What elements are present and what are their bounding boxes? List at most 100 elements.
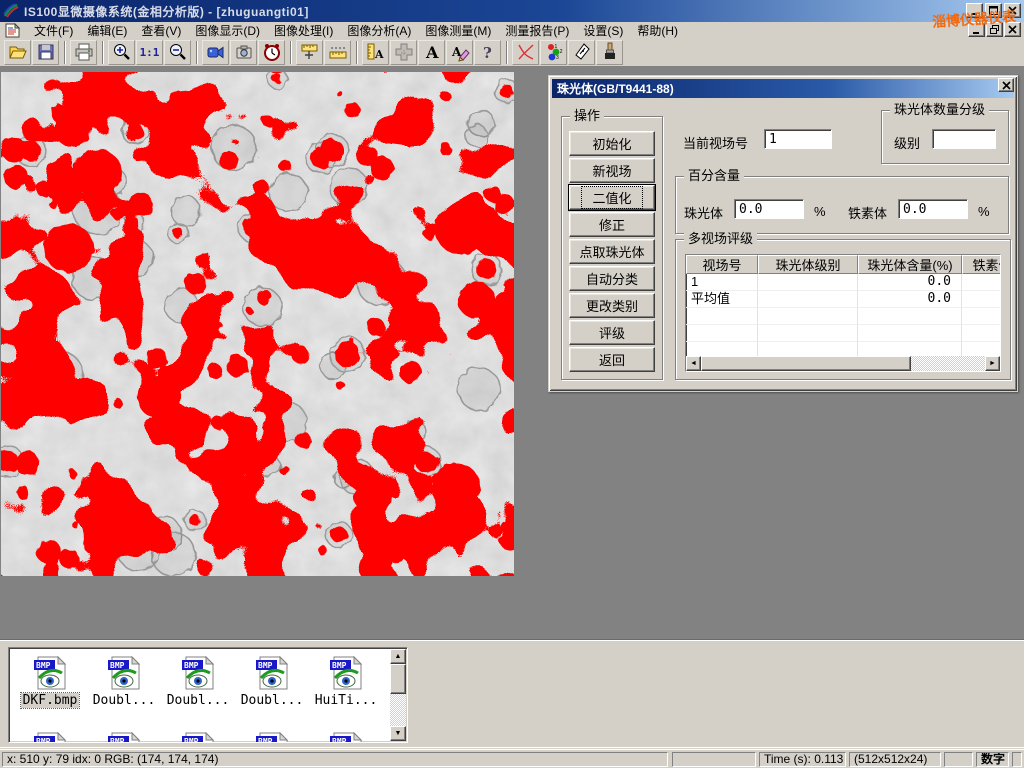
file-item[interactable]: Doubl... <box>163 656 233 708</box>
col-field-number[interactable]: 视场号 <box>686 255 758 274</box>
toolbar-separator <box>64 41 66 64</box>
menu-image-display[interactable]: 图像显示(D) <box>188 21 267 40</box>
open-button[interactable] <box>4 40 31 65</box>
file-item[interactable]: DKF.bmp <box>15 656 85 708</box>
close-button[interactable] <box>1004 3 1021 18</box>
table-row-empty <box>686 325 1000 342</box>
percent-group: 百分含量 珠光体 % 铁素体 % <box>675 176 1009 234</box>
count-marks-button[interactable]: 123 <box>540 40 567 65</box>
file-item[interactable]: HuiTi... <box>311 656 381 708</box>
open-icon <box>8 42 28 62</box>
scroll-right-arrow-icon[interactable]: ► <box>985 356 1000 371</box>
scrollbar-thumb[interactable] <box>701 356 911 371</box>
pick-pearlite-button[interactable]: 点取珠光体 <box>569 239 655 264</box>
video-capture-button[interactable] <box>202 40 229 65</box>
file-name[interactable]: Doubl... <box>91 693 158 708</box>
micrograph-image[interactable] <box>1 72 514 576</box>
file-list[interactable]: DKF.bmp Doubl... Doubl... Doubl... HuiTi… <box>8 647 408 743</box>
file-item[interactable] <box>163 732 233 743</box>
maximize-button[interactable] <box>985 3 1002 18</box>
scrollbar-track[interactable] <box>911 356 985 371</box>
svg-text:2: 2 <box>559 49 562 55</box>
menu-edit[interactable]: 编辑(E) <box>80 21 134 40</box>
pearlite-percent-input[interactable] <box>734 199 804 219</box>
file-name[interactable]: Doubl... <box>165 693 232 708</box>
file-item[interactable]: Doubl... <box>237 656 307 708</box>
grade-button[interactable]: 评级 <box>569 320 655 345</box>
scrollbar-track[interactable] <box>390 694 406 726</box>
child-restore-button[interactable] <box>986 22 1003 37</box>
rating-table[interactable]: 视场号 珠光体级别 珠光体含量(%) 铁素体 1 0.0 平均值 <box>685 254 1001 372</box>
document-icon[interactable] <box>4 23 21 38</box>
file-item[interactable]: Doubl... <box>89 656 159 708</box>
file-item[interactable] <box>311 732 381 743</box>
child-close-button[interactable] <box>1004 22 1021 37</box>
pen-tool-button[interactable] <box>568 40 595 65</box>
table-row[interactable]: 1 0.0 <box>686 274 1000 291</box>
file-name[interactable]: HuiTi... <box>313 693 380 708</box>
ferrite-percent-input[interactable] <box>898 199 968 219</box>
toolbar-separator <box>356 41 358 64</box>
dialog-close-button[interactable] <box>998 78 1014 92</box>
change-class-button[interactable]: 更改类别 <box>569 293 655 318</box>
brush-tool-button[interactable] <box>596 40 623 65</box>
resize-grip[interactable] <box>1012 752 1022 767</box>
grade-input[interactable] <box>932 129 996 149</box>
menu-image-analysis[interactable]: 图像分析(A) <box>340 21 418 40</box>
scroll-down-arrow-icon[interactable]: ▼ <box>390 726 406 741</box>
dialog-title-bar[interactable]: 珠光体(GB/T9441-88) <box>552 79 1014 98</box>
help-button[interactable]: ? <box>474 40 501 65</box>
file-name[interactable]: DKF.bmp <box>21 693 80 708</box>
menu-view[interactable]: 查看(V) <box>134 21 188 40</box>
actual-size-button[interactable]: 1:1 <box>136 40 163 65</box>
pattern-button[interactable] <box>390 40 417 65</box>
auto-classify-button[interactable]: 自动分类 <box>569 266 655 291</box>
curve-tool-button[interactable] <box>512 40 539 65</box>
ruler-button[interactable] <box>324 40 351 65</box>
menu-file[interactable]: 文件(F) <box>27 21 80 40</box>
scrollbar-thumb[interactable] <box>390 664 406 694</box>
snapshot-button[interactable] <box>230 40 257 65</box>
table-row[interactable]: 平均值 0.0 <box>686 291 1000 308</box>
pearlite-label: 珠光体 <box>684 203 723 222</box>
status-bar: x: 510 y: 79 idx: 0 RGB: (174, 174, 174)… <box>0 749 1024 768</box>
toolbar-separator <box>290 41 292 64</box>
col-pearlite-grade[interactable]: 珠光体级别 <box>758 255 858 274</box>
svg-text:A: A <box>425 43 439 62</box>
print-button[interactable] <box>70 40 97 65</box>
caliper-button[interactable] <box>296 40 323 65</box>
init-button[interactable]: 初始化 <box>569 131 655 156</box>
zoom-in-button[interactable] <box>108 40 135 65</box>
binarize-button[interactable]: 二值化 <box>569 185 655 210</box>
annotate-icon: A <box>450 42 470 62</box>
curve-tool-icon <box>516 42 536 62</box>
save-button[interactable] <box>32 40 59 65</box>
menu-image-measure[interactable]: 图像测量(M) <box>418 21 498 40</box>
scroll-left-arrow-icon[interactable]: ◄ <box>686 356 701 371</box>
scroll-up-arrow-icon[interactable]: ▲ <box>390 649 406 664</box>
file-list-scrollbar[interactable]: ▲ ▼ <box>390 649 406 741</box>
menu-help[interactable]: 帮助(H) <box>630 21 685 40</box>
file-item[interactable] <box>237 732 307 743</box>
child-minimize-button[interactable] <box>968 22 985 37</box>
menu-settings[interactable]: 设置(S) <box>576 21 630 40</box>
menu-image-processing[interactable]: 图像处理(I) <box>267 21 340 40</box>
col-pearlite-content[interactable]: 珠光体含量(%) <box>858 255 962 274</box>
file-name[interactable]: Doubl... <box>239 693 306 708</box>
menu-report[interactable]: 测量报告(P) <box>498 21 576 40</box>
table-horizontal-scrollbar[interactable]: ◄ ► <box>686 356 1000 371</box>
zoom-out-button[interactable] <box>164 40 191 65</box>
annotate-button[interactable]: A <box>446 40 473 65</box>
correct-button[interactable]: 修正 <box>569 212 655 237</box>
file-item[interactable] <box>89 732 159 743</box>
app-icon <box>3 3 20 19</box>
timer-button[interactable] <box>258 40 285 65</box>
measure-text-button[interactable]: A <box>362 40 389 65</box>
current-field-input[interactable] <box>764 129 832 149</box>
file-item[interactable] <box>15 732 85 743</box>
col-ferrite[interactable]: 铁素体 <box>962 255 1001 274</box>
text-button[interactable]: A <box>418 40 445 65</box>
new-field-button[interactable]: 新视场 <box>569 158 655 183</box>
return-button[interactable]: 返回 <box>569 347 655 372</box>
minimize-button[interactable] <box>966 3 983 18</box>
